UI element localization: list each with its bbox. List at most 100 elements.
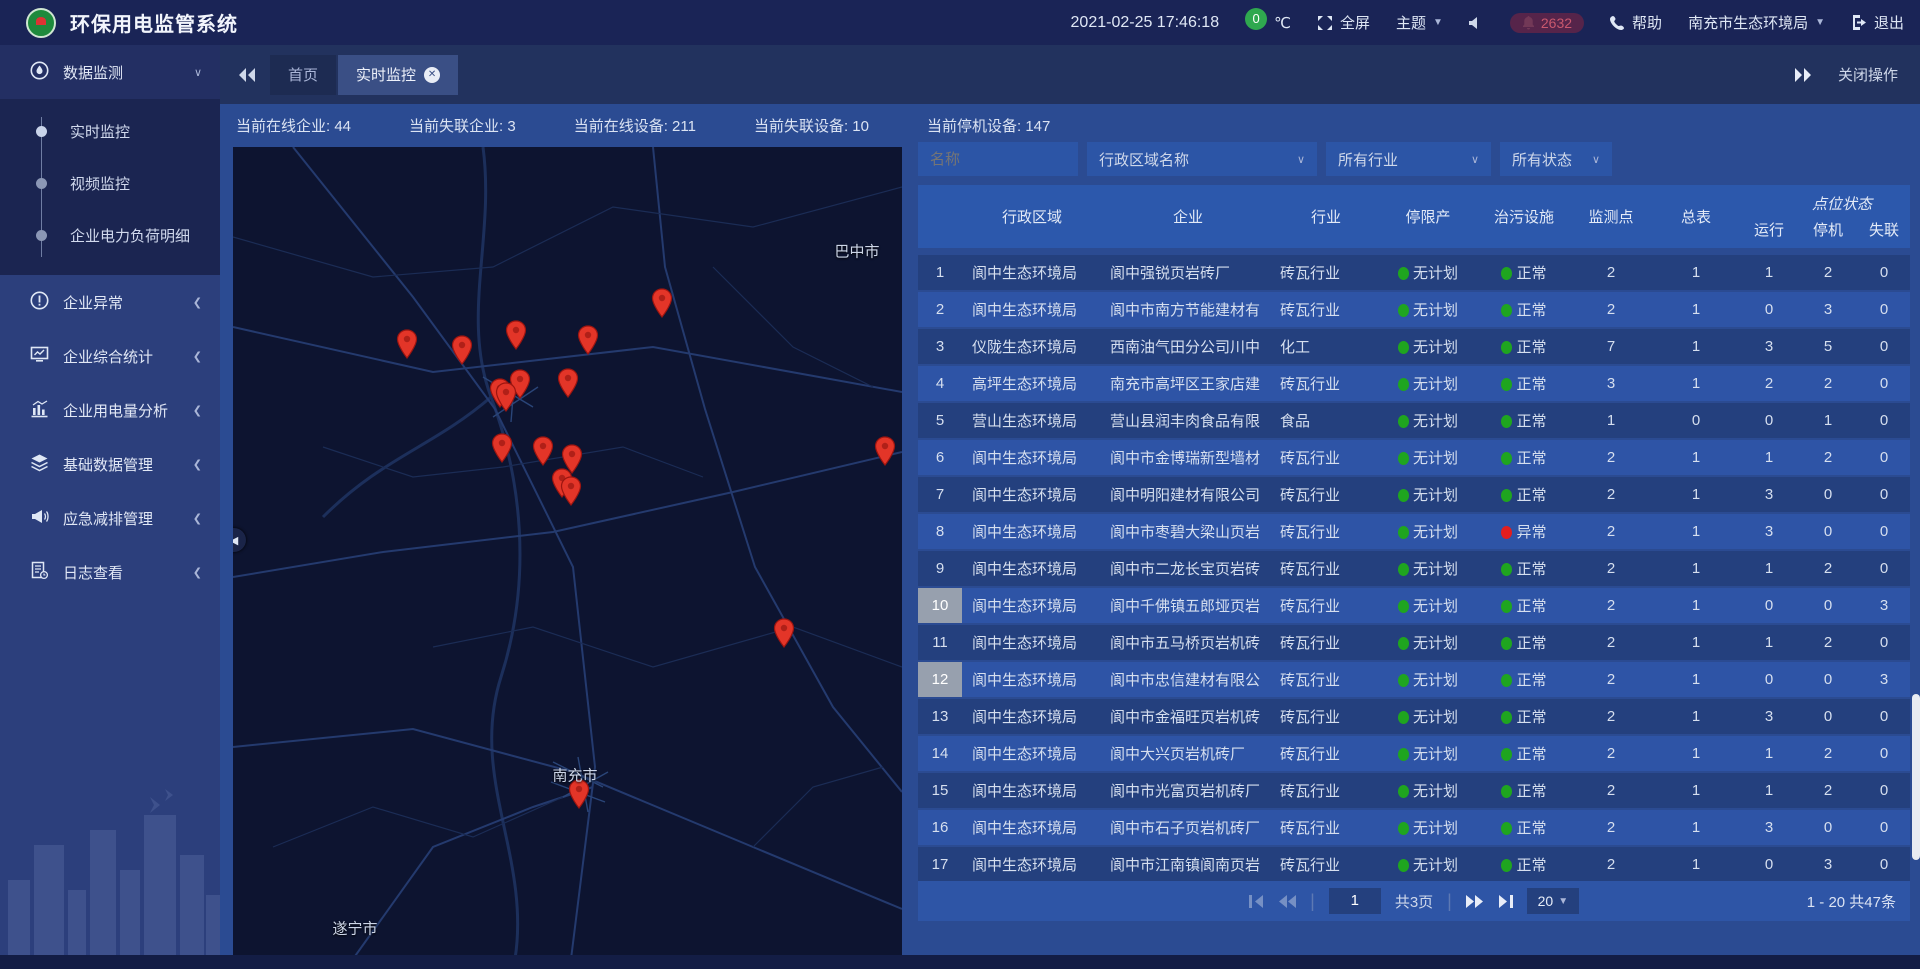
table-row[interactable]: 17阆中生态环境局阆中市江南镇阆南页岩砖瓦行业无计划正常21030 <box>918 847 1910 881</box>
table-row[interactable]: 4高坪生态环境局南充市高坪区王家店建砖瓦行业无计划正常31220 <box>918 366 1910 401</box>
table-row[interactable]: 12阆中生态环境局阆中市忠信建材有限公砖瓦行业无计划正常21003 <box>918 662 1910 697</box>
submenu-数据监测: 实时监控视频监控企业电力负荷明细 <box>0 99 220 275</box>
tab-实时监控[interactable]: 实时监控✕ <box>338 55 458 95</box>
mute-button[interactable] <box>1469 16 1484 30</box>
column-group-point-status: 点位状态 <box>1812 193 1872 214</box>
layers-icon <box>30 453 49 476</box>
sidebar-item-企业异常[interactable]: 企业异常❮ <box>0 275 220 329</box>
cell-stopped: 0 <box>1798 597 1858 614</box>
col-index <box>918 185 962 248</box>
table-row[interactable]: 7阆中生态环境局阆中明阳建材有限公司砖瓦行业无计划正常21300 <box>918 477 1910 512</box>
table-row[interactable]: 9阆中生态环境局阆中市二龙长宝页岩砖砖瓦行业无计划正常21120 <box>918 551 1910 586</box>
logout-icon <box>1851 15 1867 30</box>
bottom-strip <box>0 955 1920 969</box>
tab-close-icon[interactable]: ✕ <box>424 67 440 83</box>
table-row[interactable]: 1阆中生态环境局阆中强锐页岩砖厂砖瓦行业无计划正常21120 <box>918 255 1910 290</box>
map-roads <box>233 147 902 959</box>
vertical-scrollbar-thumb[interactable] <box>1912 694 1920 860</box>
col-行业: 行业 <box>1274 185 1378 248</box>
prev-page-button[interactable] <box>1279 895 1296 908</box>
map-pin-marker[interactable] <box>491 433 513 463</box>
status-filter-select[interactable]: 所有状态 ∨ <box>1500 142 1612 176</box>
cell-region: 阆中生态环境局 <box>962 780 1102 801</box>
sidebar-item-企业电力负荷明细[interactable]: 企业电力负荷明细 <box>0 209 220 261</box>
sidebar-item-数据监测[interactable]: 数据监测∨ <box>0 45 220 99</box>
cell-company: 阆中明阳建材有限公司 <box>1102 484 1274 505</box>
next-page-button[interactable] <box>1466 895 1483 908</box>
help-button[interactable]: 帮助 <box>1610 12 1662 33</box>
cell-industry: 砖瓦行业 <box>1274 669 1378 690</box>
map-pin-marker[interactable] <box>557 368 579 398</box>
sidebar-item-日志查看[interactable]: 日志查看❮ <box>0 545 220 599</box>
org-dropdown[interactable]: 南充市生态环境局▼ <box>1688 12 1825 33</box>
map-pin-marker[interactable] <box>505 320 527 350</box>
table-row[interactable]: 3仪陇生态环境局西南油气田分公司川中化工无计划正常71350 <box>918 329 1910 364</box>
cell-monitor-points: 2 <box>1570 782 1652 799</box>
tabs-scroll-right-button[interactable] <box>1794 68 1812 82</box>
app-root: 环保用电监管系统 2021-02-25 17:46:18 0 ℃ 全屏 主题▼ … <box>0 0 1920 969</box>
cell-treatment-status: 正常 <box>1478 595 1570 616</box>
last-page-button[interactable] <box>1497 895 1513 908</box>
tab-首页[interactable]: 首页 <box>270 55 336 95</box>
table-row[interactable]: 14阆中生态环境局阆中大兴页岩机砖厂砖瓦行业无计划正常21120 <box>918 736 1910 771</box>
cell-lost: 0 <box>1858 856 1910 873</box>
table-row[interactable]: 10阆中生态环境局阆中千佛镇五郎垭页岩砖瓦行业无计划正常21003 <box>918 588 1910 623</box>
table-row[interactable]: 13阆中生态环境局阆中市金福旺页岩机砖砖瓦行业无计划正常21300 <box>918 699 1910 734</box>
table-row[interactable]: 2阆中生态环境局阆中市南方节能建材有砖瓦行业无计划正常21030 <box>918 292 1910 327</box>
table-row[interactable]: 8阆中生态环境局阆中市枣碧大梁山页岩砖瓦行业无计划异常21300 <box>918 514 1910 549</box>
cell-stopped: 2 <box>1798 745 1858 762</box>
table-row[interactable]: 16阆中生态环境局阆中市石子页岩机砖厂砖瓦行业无计划正常21300 <box>918 810 1910 845</box>
cell-treatment-status: 正常 <box>1478 373 1570 394</box>
page-size-select[interactable]: 20 ▼ <box>1527 888 1579 914</box>
cell-region: 阆中生态环境局 <box>962 706 1102 727</box>
sidebar-item-企业综合统计[interactable]: 企业综合统计❮ <box>0 329 220 383</box>
map-pin-marker[interactable] <box>532 436 554 466</box>
map-pin-marker[interactable] <box>874 436 896 466</box>
region-filter-select[interactable]: 行政区域名称 ∨ <box>1087 142 1317 176</box>
sidebar-subitem-label: 实时监控 <box>70 121 130 142</box>
cell-company: 阆中市忠信建材有限公 <box>1102 669 1274 690</box>
cell-total-meters: 1 <box>1652 264 1740 281</box>
name-filter-input-box[interactable] <box>918 142 1078 176</box>
map-pin-marker[interactable] <box>451 335 473 365</box>
table-row[interactable]: 6阆中生态环境局阆中市金博瑞新型墙材砖瓦行业无计划正常21120 <box>918 440 1910 475</box>
sidebar-item-实时监控[interactable]: 实时监控 <box>0 105 220 157</box>
table-row[interactable]: 15阆中生态环境局阆中市光富页岩机砖厂砖瓦行业无计划正常21120 <box>918 773 1910 808</box>
cell-total-meters: 1 <box>1652 819 1740 836</box>
map-pin-marker[interactable] <box>773 618 795 648</box>
map-panel[interactable]: 巴中市南充市遂宁市 ◀ <box>233 147 902 959</box>
main-content: 当前在线企业: 44当前失联企业: 3当前在线设备: 211当前失联设备: 10… <box>220 104 1920 955</box>
sidebar-item-视频监控[interactable]: 视频监控 <box>0 157 220 209</box>
page-number-input[interactable]: 1 <box>1329 888 1381 914</box>
cell-total-meters: 1 <box>1652 597 1740 614</box>
sidebar-item-基础数据管理[interactable]: 基础数据管理❮ <box>0 437 220 491</box>
map-pin-marker[interactable] <box>396 329 418 359</box>
cell-industry: 砖瓦行业 <box>1274 743 1378 764</box>
logout-button[interactable]: 退出 <box>1851 12 1904 33</box>
map-pin-marker[interactable] <box>651 288 673 318</box>
sidebar-item-企业用电量分析[interactable]: 企业用电量分析❮ <box>0 383 220 437</box>
theme-dropdown[interactable]: 主题▼ <box>1396 12 1443 33</box>
first-page-button[interactable] <box>1249 895 1265 908</box>
notification-count: 2632 <box>1541 15 1572 31</box>
chevron-down-icon: ▼ <box>1815 17 1825 28</box>
sidebar-item-应急减排管理[interactable]: 应急减排管理❮ <box>0 491 220 545</box>
tabs-scroll-left-button[interactable] <box>238 68 256 82</box>
chevron-left-icon: ❮ <box>193 404 202 417</box>
notification-badge[interactable]: 2632 <box>1510 13 1584 33</box>
cell-plan-status: 无计划 <box>1378 410 1478 431</box>
cell-running: 0 <box>1740 597 1798 614</box>
fullscreen-button[interactable]: 全屏 <box>1317 12 1370 33</box>
map-pin-marker[interactable] <box>495 382 517 412</box>
cell-treatment-status: 异常 <box>1478 521 1570 542</box>
cell-company: 西南油气田分公司川中 <box>1102 336 1274 357</box>
table-row[interactable]: 5营山生态环境局营山县润丰肉食品有限食品无计划正常10010 <box>918 403 1910 438</box>
cell-total-meters: 1 <box>1652 338 1740 355</box>
name-filter-input[interactable] <box>930 151 1066 168</box>
map-pin-marker[interactable] <box>577 325 599 355</box>
table-row[interactable]: 11阆中生态环境局阆中市五马桥页岩机砖砖瓦行业无计划正常21120 <box>918 625 1910 660</box>
map-pin-marker[interactable] <box>560 476 582 506</box>
cell-lost: 0 <box>1858 782 1910 799</box>
close-operations-button[interactable]: 关闭操作 <box>1838 64 1898 85</box>
industry-filter-select[interactable]: 所有行业 ∨ <box>1326 142 1491 176</box>
